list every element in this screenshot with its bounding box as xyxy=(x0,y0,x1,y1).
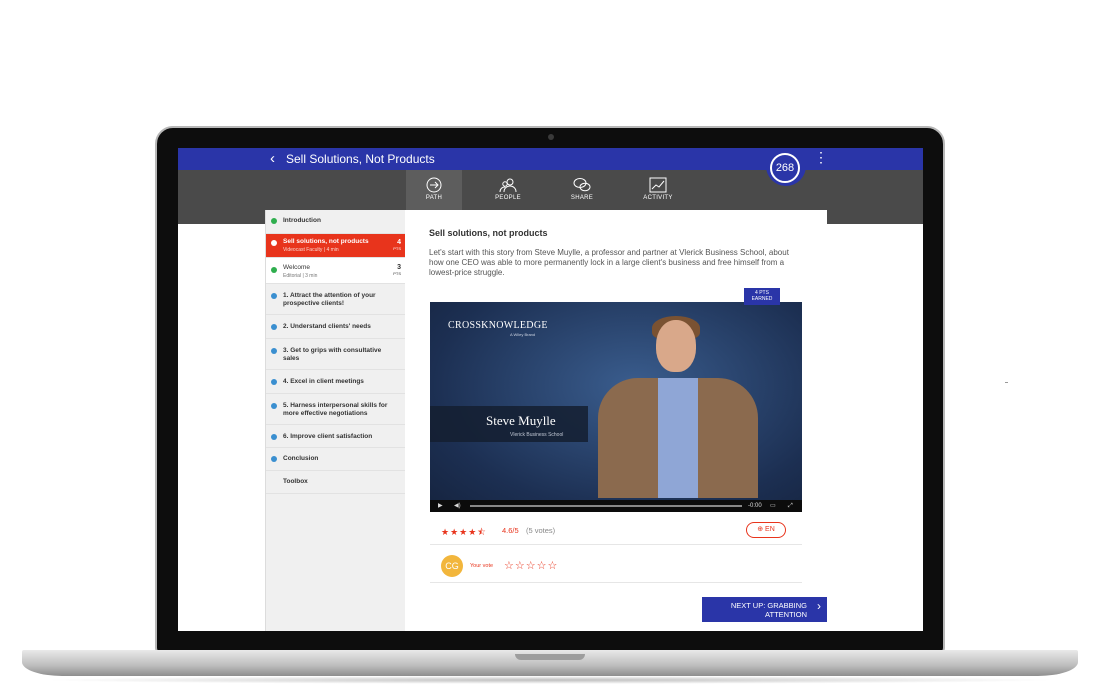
sidebar-item-harness[interactable]: 5. Harness interpersonal skills for more… xyxy=(266,394,406,425)
language-button[interactable]: ⊕ EN xyxy=(746,522,786,538)
laptop-shadow xyxy=(40,676,1060,684)
screen: ‹ Sell Solutions, Not Products ⋮ PATH PE… xyxy=(178,148,923,631)
tab-path[interactable]: PATH xyxy=(406,170,462,212)
video-controls: ▶ ◀) -0:00 ▭ ⤢ xyxy=(430,500,802,512)
tab-share-label: SHARE xyxy=(570,195,594,201)
tab-people-label: PEOPLE xyxy=(495,195,521,201)
decorative-dash xyxy=(1005,382,1008,383)
video-progress-bar[interactable] xyxy=(470,505,742,507)
back-chevron-icon[interactable]: ‹ xyxy=(270,150,275,168)
score-badge[interactable]: 268 xyxy=(770,153,800,183)
volume-icon[interactable]: ◀) xyxy=(454,502,461,510)
points-label: 3 PTS xyxy=(393,264,401,276)
vote-stars[interactable]: ☆☆☆☆☆ xyxy=(504,559,558,572)
more-vertical-icon[interactable]: ⋮ xyxy=(814,149,828,165)
fullscreen-icon[interactable]: ⤢ xyxy=(788,502,793,510)
chevron-right-icon: › xyxy=(817,599,821,613)
brand-logo-sub: A Wiley Brand xyxy=(510,332,536,337)
speaker-shirt xyxy=(658,378,698,498)
progress-dot-icon xyxy=(271,324,277,330)
check-done-icon xyxy=(271,267,277,273)
current-dot-icon xyxy=(271,240,277,246)
sidebar-item-understand[interactable]: 2. Understand clients' needs xyxy=(266,315,406,339)
laptop-notch xyxy=(515,654,585,660)
top-bar: ‹ Sell Solutions, Not Products ⋮ xyxy=(178,148,923,170)
rating-row: ★★★★⯪ 4.6/5 (5 votes) ⊕ EN xyxy=(430,522,802,545)
vote-label: Your vote xyxy=(470,563,494,569)
tab-people[interactable]: PEOPLE xyxy=(480,170,536,210)
tab-activity-label: ACTIVITY xyxy=(643,195,673,201)
sidebar-item-sell-solutions[interactable]: Sell solutions, not products Videocast F… xyxy=(266,234,406,258)
speaker-name: Steve Muylle xyxy=(486,413,556,428)
vote-row: CG Your vote ☆☆☆☆☆ xyxy=(430,552,802,583)
sidebar-item-toolbox[interactable]: Toolbox xyxy=(266,471,406,494)
main-content: Sell solutions, not products Let's start… xyxy=(405,210,827,631)
video-player[interactable]: CROSSKNOWLEDGE A Wiley Brand Steve Muyll… xyxy=(430,302,802,512)
video-time: -0:00 xyxy=(748,503,762,509)
people-icon xyxy=(499,178,517,193)
play-icon[interactable]: ▶ xyxy=(438,502,443,510)
sidebar-item-introduction[interactable]: Introduction xyxy=(266,210,406,234)
brand-logo: CROSSKNOWLEDGE xyxy=(448,320,548,331)
rating-stars: ★★★★⯪ xyxy=(441,527,487,537)
globe-icon: ⊕ xyxy=(757,526,764,533)
activity-chart-icon xyxy=(649,177,667,193)
sidebar-item-excel[interactable]: 4. Excel in client meetings xyxy=(266,370,406,394)
progress-dot-icon xyxy=(271,379,277,385)
speaker-org: Vlerick Business School xyxy=(510,432,564,438)
content-heading: Sell solutions, not products xyxy=(429,228,548,238)
progress-dot-icon xyxy=(271,434,277,440)
progress-dot-icon xyxy=(271,456,277,462)
chat-bubbles-icon xyxy=(573,178,591,192)
progress-dot-icon xyxy=(271,403,277,409)
points-label: 4 PTS xyxy=(393,239,401,251)
rating-value: 4.6/5 xyxy=(502,526,519,535)
points-earned-badge: 4 PTS EARNED xyxy=(744,288,780,305)
content-intro: Let's start with this story from Steve M… xyxy=(429,248,789,277)
rating-votes: (5 votes) xyxy=(526,526,556,535)
sidebar-item-attract[interactable]: 1. Attract the attention of your prospec… xyxy=(266,284,406,315)
sidebar: Introduction Sell solutions, not product… xyxy=(265,210,406,631)
progress-dot-icon xyxy=(271,348,277,354)
sidebar-item-grips[interactable]: 3. Get to grips with consultative sales xyxy=(266,339,406,370)
avatar: CG xyxy=(441,555,463,577)
tab-activity[interactable]: ACTIVITY xyxy=(630,170,686,210)
sidebar-item-improve[interactable]: 6. Improve client satisfaction xyxy=(266,425,406,448)
progress-dot-icon xyxy=(271,293,277,299)
arrow-circle-icon xyxy=(426,177,442,193)
sidebar-item-welcome[interactable]: Welcome Editorial | 3 min 3 PTS xyxy=(266,258,406,284)
tab-path-label: PATH xyxy=(425,195,443,201)
sidebar-item-conclusion[interactable]: Conclusion xyxy=(266,448,406,471)
page-title: Sell Solutions, Not Products xyxy=(286,152,435,166)
speaker-head xyxy=(656,320,696,372)
tab-share[interactable]: SHARE xyxy=(554,170,610,210)
subtitles-icon[interactable]: ▭ xyxy=(770,502,776,510)
speaker-name-card: Steve Muylle Vlerick Business School xyxy=(430,406,588,442)
check-done-icon xyxy=(271,218,277,224)
camera-dot xyxy=(548,134,554,140)
next-up-button[interactable]: NEXT UP: GRABBING ATTENTION › xyxy=(702,597,827,622)
